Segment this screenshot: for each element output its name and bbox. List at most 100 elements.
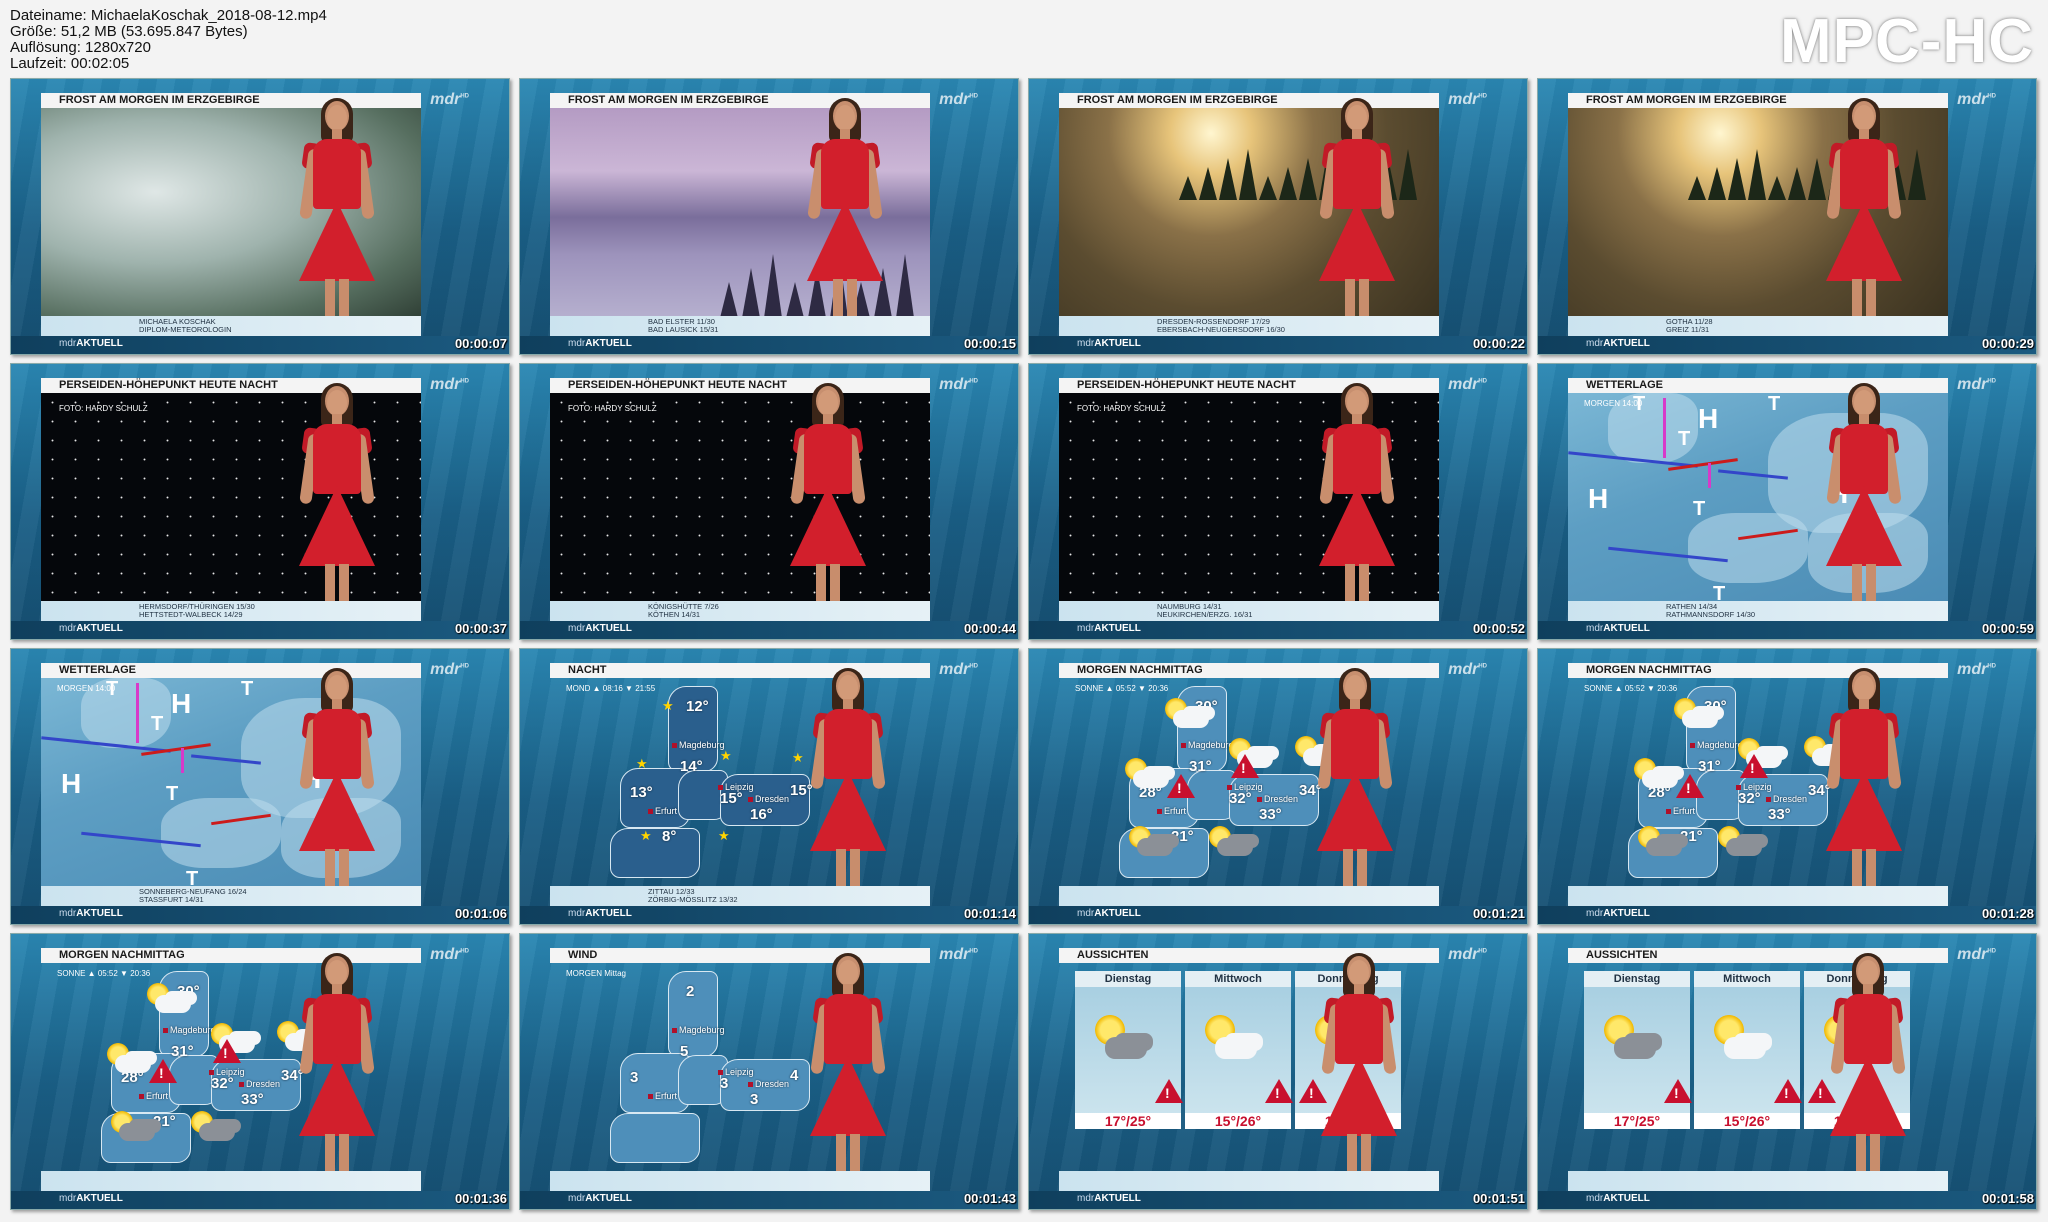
presenter-skirt	[810, 771, 886, 851]
city-marker	[748, 1082, 753, 1087]
info-strip	[1059, 1171, 1439, 1191]
city-label: Dresden	[239, 1079, 280, 1089]
info-strip	[41, 1171, 421, 1191]
video-thumbnail[interactable]: FROST AM MORGEN IM ERZGEBIRGE mdrHD mdrAKT…	[10, 78, 510, 355]
video-thumbnail[interactable]: FOTO: HARDY SCHULZ PERSEIDEN-HÖHEPUNKT HE…	[10, 363, 510, 640]
video-thumbnail[interactable]: SONNE ▲ 05:52 ▼ 20:36 Magdeburg Leipzig Dre…	[1028, 648, 1528, 925]
cloud-icon	[155, 995, 191, 1013]
lower-third: mdrAKTUELL	[1029, 1171, 1527, 1209]
temperature-label: 12°	[686, 698, 709, 715]
video-thumbnail[interactable]: FOTO: HARDY SCHULZ PERSEIDEN-HÖHEPUNKT HE…	[519, 363, 1019, 640]
mpc-hc-logo: MPC-HC	[1780, 7, 2034, 76]
federal-state-4	[610, 828, 700, 878]
presenter-face	[327, 105, 347, 131]
lower-third: mdrAKTUELL	[520, 1171, 1018, 1209]
tree-silhouette	[1199, 167, 1217, 200]
video-thumbnail[interactable]: Dienstag17°/25°Mittwoch15°/26°Donnerstag…	[1028, 933, 1528, 1210]
video-thumbnail[interactable]: SONNE ▲ 05:52 ▼ 20:36 Magdeburg Leipzig Dre…	[1537, 648, 2037, 925]
hd-badge: HD	[460, 93, 469, 100]
presenter-face	[327, 675, 347, 701]
timecode: 00:00:07	[454, 336, 507, 351]
hd-badge: HD	[1478, 378, 1487, 385]
city-name: Dresden	[1773, 794, 1808, 804]
mdr-logo-text: mdr	[430, 661, 461, 678]
hd-badge: HD	[1987, 378, 1996, 385]
temperature-label: 32°	[211, 1075, 234, 1092]
timecode: 00:01:43	[963, 1191, 1016, 1206]
video-thumbnail[interactable]: MORGEN 14:00HHHTTTTTWETTERLAGEmdrHDmdrAK…	[1537, 363, 2037, 640]
video-thumbnail[interactable]: Dienstag17°/25°Mittwoch15°/26°Donnerstag…	[1537, 933, 2037, 1210]
city-name: Dresden	[246, 1079, 281, 1089]
cloud-icon	[1217, 838, 1253, 856]
tree-silhouette	[1808, 158, 1826, 200]
high-pressure-label: H	[61, 768, 82, 799]
city-label: Erfurt	[648, 1091, 677, 1101]
tree-silhouette	[1259, 176, 1277, 200]
warning-icon	[1740, 754, 1768, 778]
forecast-day: Dienstag 17°/25°	[1584, 971, 1692, 1129]
mdr-logo-text: mdr	[1448, 91, 1479, 108]
presenter-body	[1840, 424, 1888, 494]
wind-speed: 5	[680, 1043, 689, 1060]
temperature-label: 33°	[241, 1091, 264, 1108]
city-marker	[163, 1028, 168, 1033]
presenter-skirt	[1826, 201, 1902, 281]
station-info: SONNEBERG-NEUFANG 16/24 STASSFURT 14/31	[139, 888, 247, 904]
photo-credit: FOTO: HARDY SCHULZ	[568, 404, 657, 413]
presenter-skirt	[299, 1056, 375, 1136]
city-name: Magdeburg	[1697, 740, 1743, 750]
ticker-show: AKTUELL	[585, 908, 632, 919]
ticker-show: AKTUELL	[1094, 908, 1141, 919]
file-size: Größe: 51,2 MB (53.695.847 Bytes)	[10, 23, 248, 40]
video-thumbnail[interactable]: FOTO: HARDY SCHULZ PERSEIDEN-HÖHEPUNKT HE…	[1028, 363, 1528, 640]
cloud-icon	[1133, 770, 1169, 788]
timecode: 00:01:58	[1981, 1191, 2034, 1206]
mdr-hd-logo: mdrHD	[1957, 91, 1996, 109]
city-marker	[1666, 809, 1671, 814]
mdr-logo-text: mdr	[939, 946, 970, 963]
wind-speed: 2	[686, 983, 695, 1000]
station-line-2: EBERSBACH-NEUGERSDORF 16/30	[1157, 325, 1285, 334]
mdr-aktuell-brand: mdrAKTUELL	[568, 338, 632, 349]
city-label: Dresden	[748, 794, 789, 804]
station-line-2: STASSFURT 14/31	[139, 895, 204, 904]
cloud-icon	[199, 1123, 235, 1141]
video-thumbnail[interactable]: MORGEN Mittag Magdeburg Leipzig Dresden Erfu…	[519, 933, 1019, 1210]
presenter-face	[838, 960, 858, 986]
video-thumbnail[interactable]: FROST AM MORGEN IM ERZGEBIRGE mdrHD mdrAKT…	[1028, 78, 1528, 355]
video-thumbnail[interactable]: MORGEN 14:00HHHTTTTTWETTERLAGEmdrHDmdrAK…	[10, 648, 510, 925]
video-thumbnail[interactable]: FROST AM MORGEN IM ERZGEBIRGE mdrHD mdrAKT…	[519, 78, 1019, 355]
video-thumbnail[interactable]: SONNE ▲ 05:52 ▼ 20:36 Magdeburg Leipzig Dre…	[10, 933, 510, 1210]
hd-badge: HD	[1478, 948, 1487, 955]
federal-state-4	[610, 1113, 700, 1163]
city-marker	[1257, 797, 1262, 802]
hd-badge: HD	[1987, 93, 1996, 100]
warning-icon	[1231, 754, 1259, 778]
mdr-logo-text: mdr	[1448, 661, 1479, 678]
presenter-body	[821, 139, 869, 209]
star-icon: ★	[662, 698, 674, 713]
graphic-title: PERSEIDEN-HÖHEPUNKT HEUTE NACHT	[550, 378, 930, 393]
ticker-brand: mdr	[1077, 338, 1095, 349]
presenter-face	[1854, 105, 1874, 131]
timecode: 00:00:22	[1472, 336, 1525, 351]
video-thumbnail[interactable]: FROST AM MORGEN IM ERZGEBIRGE mdrHD mdrAKT…	[1537, 78, 2037, 355]
ticker-show: AKTUELL	[1603, 338, 1650, 349]
info-strip	[550, 1171, 930, 1191]
map-subtitle: MORGEN Mittag	[566, 969, 627, 978]
city-name: Magdeburg	[679, 1025, 725, 1035]
cloud-icon	[1726, 838, 1762, 856]
presenter-skirt	[1319, 201, 1395, 281]
city-name: Magdeburg	[679, 740, 725, 750]
cloud-icon	[1215, 1037, 1257, 1059]
mdr-hd-logo: mdrHD	[430, 946, 469, 964]
tree-silhouette	[1239, 149, 1257, 200]
city-name: Erfurt	[1673, 806, 1696, 816]
hd-badge: HD	[460, 948, 469, 955]
video-thumbnail[interactable]: MOND ▲ 08:16 ▼ 21:55 Magdeburg Leipzig Dres…	[519, 648, 1019, 925]
forecast-temperature: 17°/25°	[1075, 1113, 1181, 1129]
timecode: 00:01:14	[963, 906, 1016, 921]
landmass	[1688, 513, 1808, 583]
wind-speed: 3	[750, 1091, 759, 1108]
hd-badge: HD	[1987, 948, 1996, 955]
